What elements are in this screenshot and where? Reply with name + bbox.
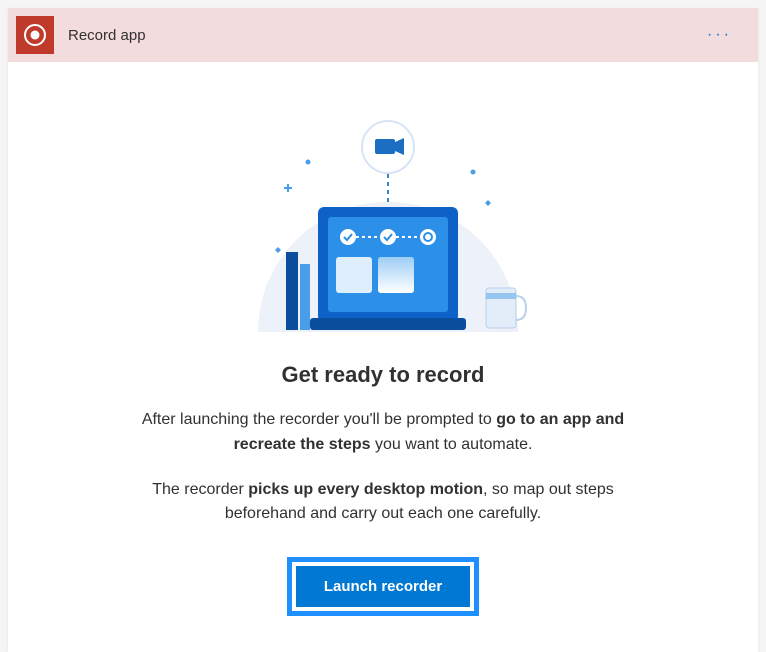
para1-post: you want to automate. <box>371 436 533 453</box>
para2-pre: The recorder <box>152 481 248 498</box>
description-paragraph-1: After launching the recorder you'll be p… <box>113 408 653 458</box>
record-icon <box>16 16 54 54</box>
launch-recorder-button[interactable]: Launch recorder <box>296 566 470 607</box>
more-options-button[interactable]: ··· <box>707 26 732 44</box>
content-title: Get ready to record <box>48 362 718 388</box>
panel-content: Get ready to record After launching the … <box>8 62 758 652</box>
para1-pre: After launching the recorder you'll be p… <box>142 411 496 428</box>
launch-button-highlight: Launch recorder <box>287 557 479 616</box>
description-paragraph-2: The recorder picks up every desktop moti… <box>113 478 653 528</box>
panel-title: Record app <box>68 27 146 44</box>
record-app-panel: Record app ··· <box>8 8 758 652</box>
laptop-recording-illustration <box>228 92 538 342</box>
para2-bold: picks up every desktop motion <box>248 481 483 498</box>
panel-header: Record app ··· <box>8 8 758 62</box>
